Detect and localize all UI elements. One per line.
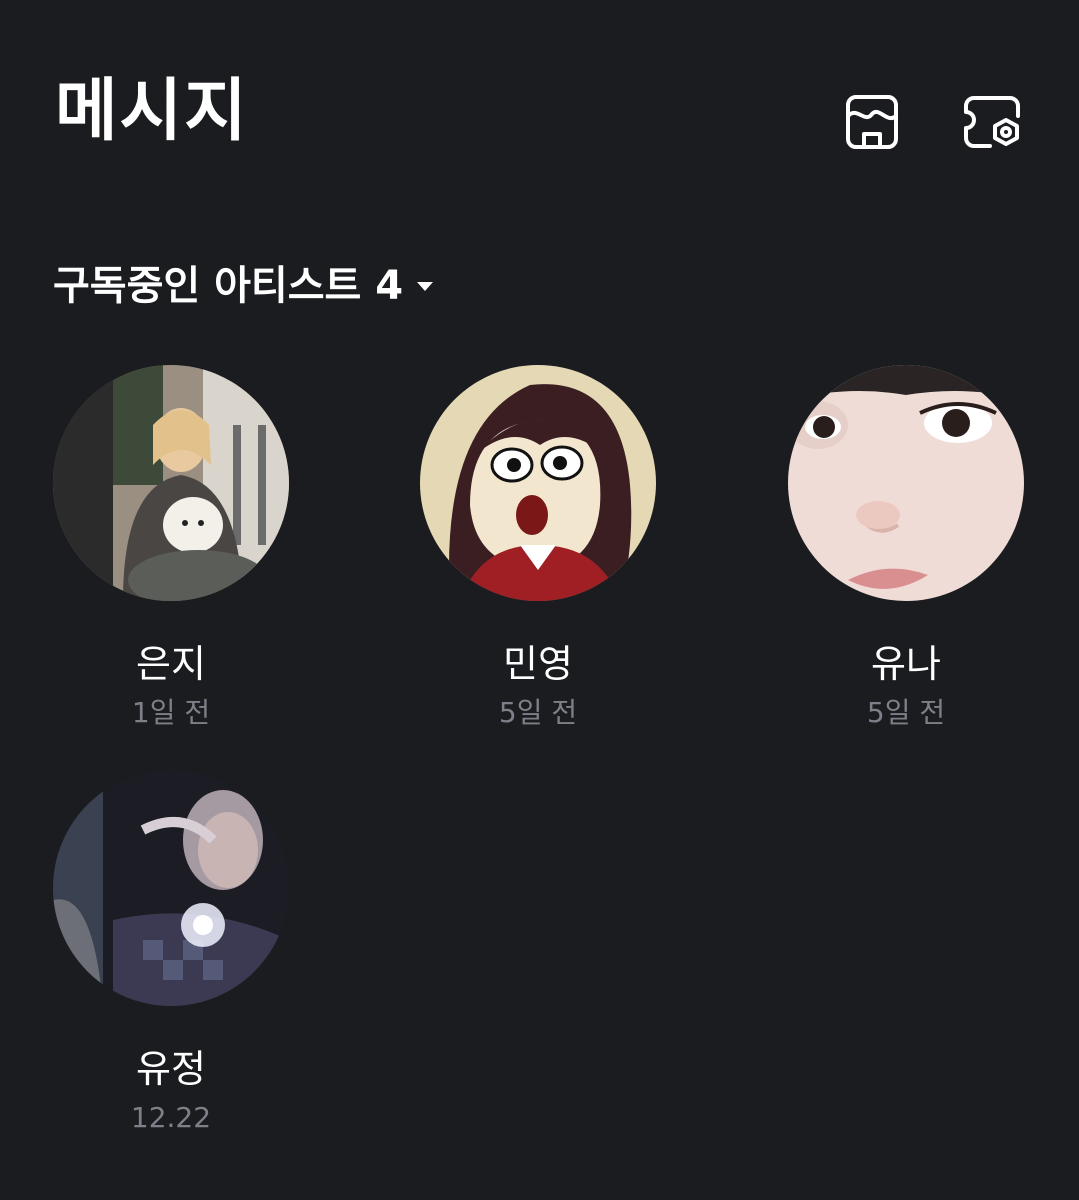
messages-page: 메시지 구독중인 아티스트 4 은지 1일 전 민영 5일 전 유나 5일 전 …	[0, 0, 1079, 1200]
profile-photo-icon	[788, 365, 1024, 601]
store-button[interactable]	[842, 92, 902, 152]
artist-item-minyoung[interactable]: 민영 5일 전	[418, 365, 658, 727]
last-message-time: 5일 전	[498, 696, 578, 729]
profile-photo-icon	[420, 365, 656, 601]
artist-name: 유정	[136, 1047, 206, 1091]
store-icon	[846, 95, 898, 149]
artist-name: 유나	[871, 642, 941, 686]
artist-name: 은지	[136, 642, 206, 686]
section-title-label: 구독중인 아티스트 4	[53, 263, 404, 309]
last-message-time: 5일 전	[866, 696, 946, 729]
avatar	[788, 365, 1024, 601]
avatar	[53, 770, 289, 1006]
last-message-time: 1일 전	[131, 696, 211, 729]
subscribed-artists-dropdown[interactable]: 구독중인 아티스트 4	[53, 263, 434, 309]
avatar	[420, 365, 656, 601]
artist-item-yuna[interactable]: 유나 5일 전	[786, 365, 1026, 727]
artist-item-eunji[interactable]: 은지 1일 전	[51, 365, 291, 727]
artist-name: 민영	[503, 642, 573, 686]
page-title: 메시지	[55, 72, 249, 151]
profile-photo-icon	[53, 365, 289, 601]
last-message-time: 12.22	[130, 1101, 212, 1134]
header: 메시지	[0, 0, 1079, 200]
profile-photo-icon	[53, 770, 289, 1006]
artist-item-yujeong[interactable]: 유정 12.22	[51, 770, 291, 1132]
ticket-settings-icon	[964, 96, 1020, 148]
avatar	[53, 365, 289, 601]
ticket-settings-button[interactable]	[962, 92, 1022, 152]
caret-down-icon	[417, 281, 434, 291]
